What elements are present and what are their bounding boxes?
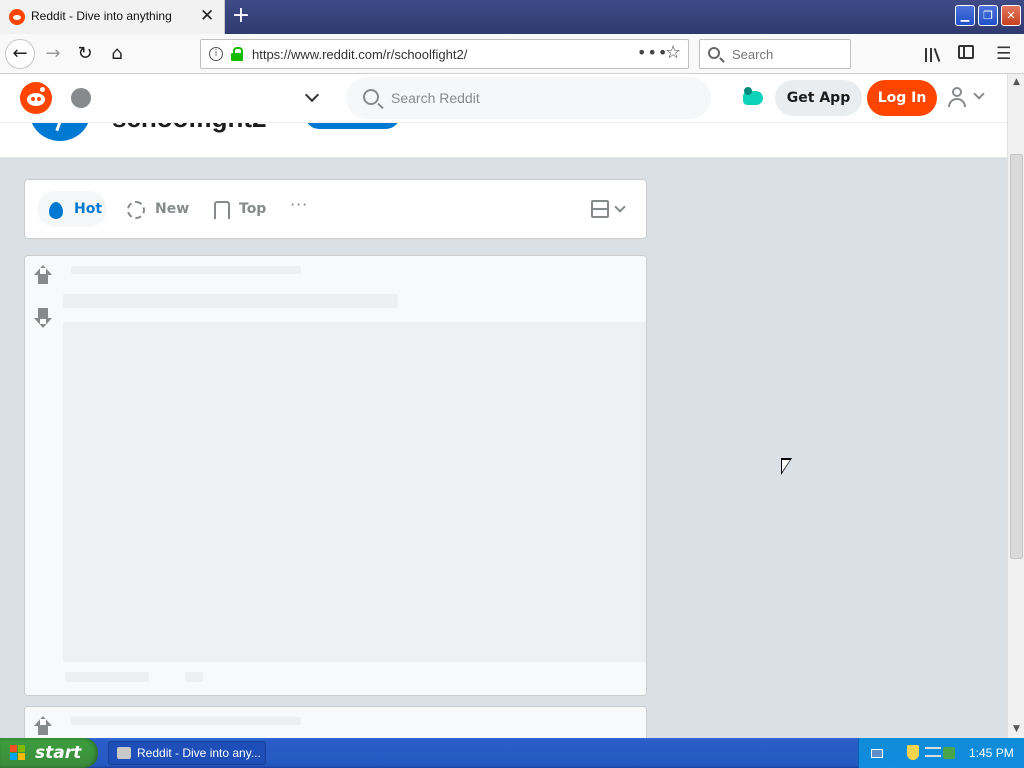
upvote-arrow-icon[interactable] xyxy=(33,716,53,738)
minimize-window-button[interactable]: ▁ xyxy=(955,5,975,26)
page-actions-icon[interactable]: ••• xyxy=(637,43,668,62)
taskbar-window-button[interactable]: Reddit - Dive into any... xyxy=(108,741,266,765)
mouse-cursor-icon xyxy=(781,458,792,475)
vertical-scrollbar[interactable]: ▲ ▼ xyxy=(1007,74,1024,738)
reddit-logo-icon[interactable] xyxy=(20,82,52,114)
browser-tab-strip: Reddit - Dive into anything ✕ + ▁ ❐ ✕ xyxy=(0,0,1024,34)
user-menu-icon[interactable] xyxy=(946,86,988,110)
reload-button[interactable]: ↻ xyxy=(70,39,100,69)
network-icon[interactable] xyxy=(925,747,941,757)
reddit-search-placeholder: Search Reddit xyxy=(391,90,480,106)
taskbar-window-label: Reddit - Dive into any... xyxy=(137,746,261,760)
community-icon xyxy=(71,88,91,108)
reddit-search-input[interactable]: Search Reddit xyxy=(346,77,711,119)
downvote-arrow-icon[interactable] xyxy=(33,308,53,330)
start-button[interactable]: start xyxy=(0,738,98,768)
sparkle-icon xyxy=(127,201,145,219)
skeleton-media-block xyxy=(63,322,646,662)
search-icon xyxy=(708,47,720,59)
more-options-icon[interactable]: ··· xyxy=(290,195,308,214)
close-tab-icon[interactable]: ✕ xyxy=(200,5,214,27)
sidebar-toggle-icon[interactable] xyxy=(958,45,974,59)
chevron-down-icon[interactable] xyxy=(304,89,318,103)
skeleton-meta-line xyxy=(71,717,301,725)
url-text[interactable]: https://www.reddit.com/r/schoolfight2/ xyxy=(252,47,467,62)
search-icon xyxy=(363,89,379,105)
skeleton-title-line xyxy=(63,294,398,308)
sort-hot-button[interactable]: Hot xyxy=(37,191,107,227)
system-tray: 1:45 PM xyxy=(858,738,1024,768)
sort-top-button[interactable]: Top xyxy=(210,191,280,227)
secure-lock-icon xyxy=(231,47,243,61)
back-button[interactable]: ← xyxy=(5,39,35,69)
post-card[interactable] xyxy=(24,255,647,696)
top-chart-icon xyxy=(214,201,230,219)
sort-bar: Hot New Top ··· xyxy=(24,179,647,239)
reddit-header: Search Reddit Get App Log In xyxy=(0,74,1007,123)
tab-title: Reddit - Dive into anything xyxy=(31,9,172,23)
start-label: start xyxy=(35,743,82,763)
subreddit-title: schoolfight2 xyxy=(112,123,267,134)
post-loading-placeholder xyxy=(63,256,646,695)
scrollbar-thumb[interactable] xyxy=(1010,154,1023,559)
advertise-icon[interactable] xyxy=(742,86,764,110)
library-icon[interactable] xyxy=(925,44,943,62)
sort-hot-label: Hot xyxy=(74,201,103,217)
new-tab-button[interactable]: + xyxy=(230,3,252,29)
restore-window-button[interactable]: ❐ xyxy=(978,5,998,26)
chevron-down-icon xyxy=(614,201,626,213)
flame-icon xyxy=(49,202,63,219)
skeleton-meta-line xyxy=(71,266,301,274)
browser-search-field[interactable]: Search xyxy=(699,39,851,69)
skeleton-footer-line xyxy=(65,672,149,682)
home-button[interactable]: ⌂ xyxy=(102,39,132,69)
windows-taskbar: start Reddit - Dive into any... 1:45 PM xyxy=(0,738,1024,768)
close-window-button[interactable]: ✕ xyxy=(1001,5,1021,26)
security-shield-icon[interactable] xyxy=(907,745,919,760)
card-view-icon xyxy=(591,200,609,218)
network-status-icon[interactable] xyxy=(943,747,955,759)
vote-column xyxy=(25,256,63,695)
join-button[interactable] xyxy=(305,123,400,129)
browser-search-placeholder: Search xyxy=(732,47,774,62)
subreddit-banner: schoolfight2 xyxy=(0,123,1007,158)
sort-new-label: New xyxy=(155,201,190,217)
bookmark-star-icon[interactable]: ☆ xyxy=(665,42,681,63)
firefox-window-icon xyxy=(117,747,131,759)
windows-logo-icon xyxy=(10,745,26,761)
scroll-up-arrow-icon[interactable]: ▲ xyxy=(1009,74,1024,91)
reddit-favicon-icon xyxy=(9,9,25,25)
upvote-arrow-icon[interactable] xyxy=(33,265,53,287)
sort-new-button[interactable]: New xyxy=(123,191,193,227)
login-button[interactable]: Log In xyxy=(867,80,937,116)
keyboard-icon[interactable] xyxy=(871,749,883,758)
get-app-button[interactable]: Get App xyxy=(775,80,862,116)
hamburger-menu-icon[interactable]: ☰ xyxy=(996,44,1011,64)
view-mode-dropdown[interactable] xyxy=(591,200,635,220)
site-info-icon[interactable]: i xyxy=(209,47,223,61)
clock: 1:45 PM xyxy=(969,746,1014,760)
skeleton-footer-dot xyxy=(185,672,203,682)
forward-button[interactable]: → xyxy=(38,39,68,69)
scroll-down-arrow-icon[interactable]: ▼ xyxy=(1009,721,1024,738)
sort-top-label: Top xyxy=(239,201,267,217)
browser-tab[interactable]: Reddit - Dive into anything ✕ xyxy=(0,0,225,34)
browser-navigation-bar: ← → ↻ ⌂ i https://www.reddit.com/r/schoo… xyxy=(0,34,1024,74)
subreddit-icon xyxy=(30,123,90,141)
address-bar[interactable]: i https://www.reddit.com/r/schoolfight2/… xyxy=(200,39,689,69)
